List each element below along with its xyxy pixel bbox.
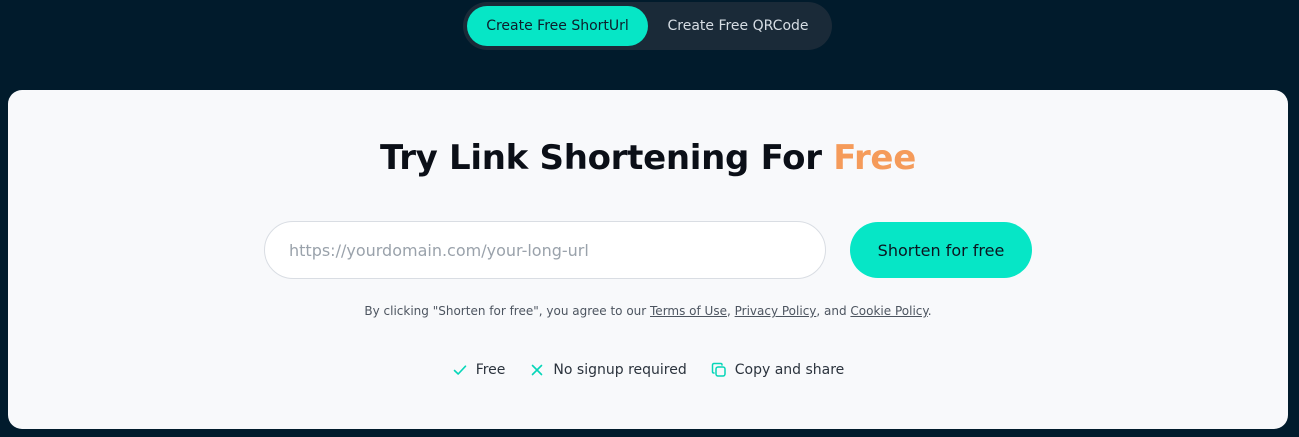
terms-separator-1: ,	[726, 304, 735, 318]
cookie-policy-link[interactable]: Cookie Policy	[850, 304, 927, 318]
feature-no-signup: No signup required	[529, 362, 687, 378]
mode-tab-switcher: Create Free ShortUrl Create Free QRCode	[463, 2, 832, 50]
feature-label: Copy and share	[734, 362, 845, 378]
feature-list: Free No signup required Copy and share	[8, 362, 1288, 378]
long-url-input[interactable]	[264, 221, 826, 279]
tab-create-qr-code[interactable]: Create Free QRCode	[652, 6, 824, 46]
page-title: Try Link Shortening For Free	[8, 138, 1288, 178]
privacy-policy-link[interactable]: Privacy Policy	[735, 304, 817, 318]
shortener-card: Try Link Shortening For Free Shorten for…	[8, 90, 1288, 429]
feature-free: Free	[452, 362, 506, 378]
terms-suffix: .	[927, 304, 932, 318]
terms-of-use-link[interactable]: Terms of Use	[650, 304, 727, 318]
feature-label: Free	[475, 362, 506, 378]
x-icon	[529, 362, 545, 378]
check-icon	[452, 362, 468, 378]
feature-copy-share: Copy and share	[711, 362, 845, 378]
tab-create-short-url[interactable]: Create Free ShortUrl	[467, 6, 648, 46]
terms-separator-2: , and	[816, 304, 851, 318]
title-accent: Free	[833, 138, 916, 178]
copy-icon	[711, 362, 727, 378]
shorten-button[interactable]: Shorten for free	[850, 222, 1032, 278]
terms-notice: By clicking "Shorten for free", you agre…	[8, 304, 1288, 318]
terms-prefix: By clicking "Shorten for free", you agre…	[364, 304, 651, 318]
title-main: Try Link Shortening For	[380, 138, 834, 178]
feature-label: No signup required	[553, 362, 687, 378]
